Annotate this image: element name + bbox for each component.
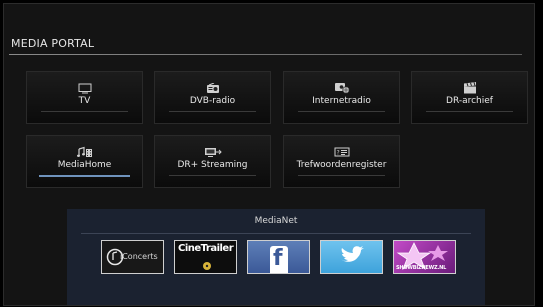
tile-underline (169, 175, 256, 176)
svg-text:?: ? (336, 150, 339, 157)
tile-active-underline (39, 175, 130, 177)
service-iconcerts[interactable]: iConcerts (101, 240, 164, 274)
tile-trefwoordenregister-label: Trefwoordenregister (296, 160, 387, 170)
facebook-logo-text: f (273, 246, 283, 271)
tile-dvb-radio-label: DVB-radio (189, 96, 236, 106)
tile-dvb-radio[interactable]: DVB-radio (154, 71, 271, 124)
service-cinetrailer[interactable]: CineTrailer (174, 240, 237, 274)
twitter-bird-icon (341, 246, 364, 262)
tile-dr-streaming[interactable]: DR+ Streaming (154, 135, 271, 188)
media-portal-frame: MEDIA PORTAL TV DVB-radio Internetradio (3, 3, 535, 306)
service-facebook[interactable]: f (247, 240, 310, 274)
streaming-icon (155, 143, 270, 157)
title-divider (9, 54, 522, 55)
medianet-title: MediaNet (254, 216, 298, 226)
showbiznewz-logo-text: SHOWBIZNEWZ.NL (396, 265, 447, 271)
tile-underline (169, 111, 256, 112)
radio-icon (155, 79, 270, 93)
medianet-panel: MediaNet iConcerts CineTrailer f SHOWBIZ… (67, 209, 485, 305)
service-twitter[interactable] (320, 240, 383, 274)
tile-internetradio-label: Internetradio (312, 96, 371, 106)
tv-icon (27, 79, 142, 94)
index-icon: ? (284, 143, 399, 157)
tile-underline (298, 175, 385, 176)
medianet-divider (81, 233, 471, 234)
service-showbiznewz[interactable]: SHOWBIZNEWZ.NL (393, 240, 456, 274)
tile-trefwoordenregister[interactable]: ? Trefwoordenregister (283, 135, 400, 188)
tile-mediahome[interactable]: MediaHome (26, 135, 143, 188)
tile-underline (41, 111, 128, 112)
tile-tv-label: TV (78, 96, 91, 106)
internet-radio-icon (284, 79, 399, 94)
tile-dr-streaming-label: DR+ Streaming (177, 160, 248, 170)
tile-underline (426, 111, 513, 112)
tile-tv[interactable]: TV (26, 71, 143, 124)
tile-dr-archief-label: DR-archief (446, 96, 493, 106)
clapperboard-icon (412, 79, 527, 94)
tv-screen: MEDIA PORTAL TV DVB-radio Internetradio (0, 0, 543, 307)
tile-dr-archief[interactable]: DR-archief (411, 71, 528, 124)
cinetrailer-logo-text: CineTrailer (178, 243, 234, 254)
page-title: MEDIA PORTAL (11, 37, 95, 50)
tile-internetradio[interactable]: Internetradio (283, 71, 400, 124)
iconcerts-logo-text: iConcerts (120, 252, 158, 261)
music-film-icon (27, 143, 142, 157)
tile-underline (298, 111, 385, 112)
tile-mediahome-label: MediaHome (57, 160, 112, 170)
